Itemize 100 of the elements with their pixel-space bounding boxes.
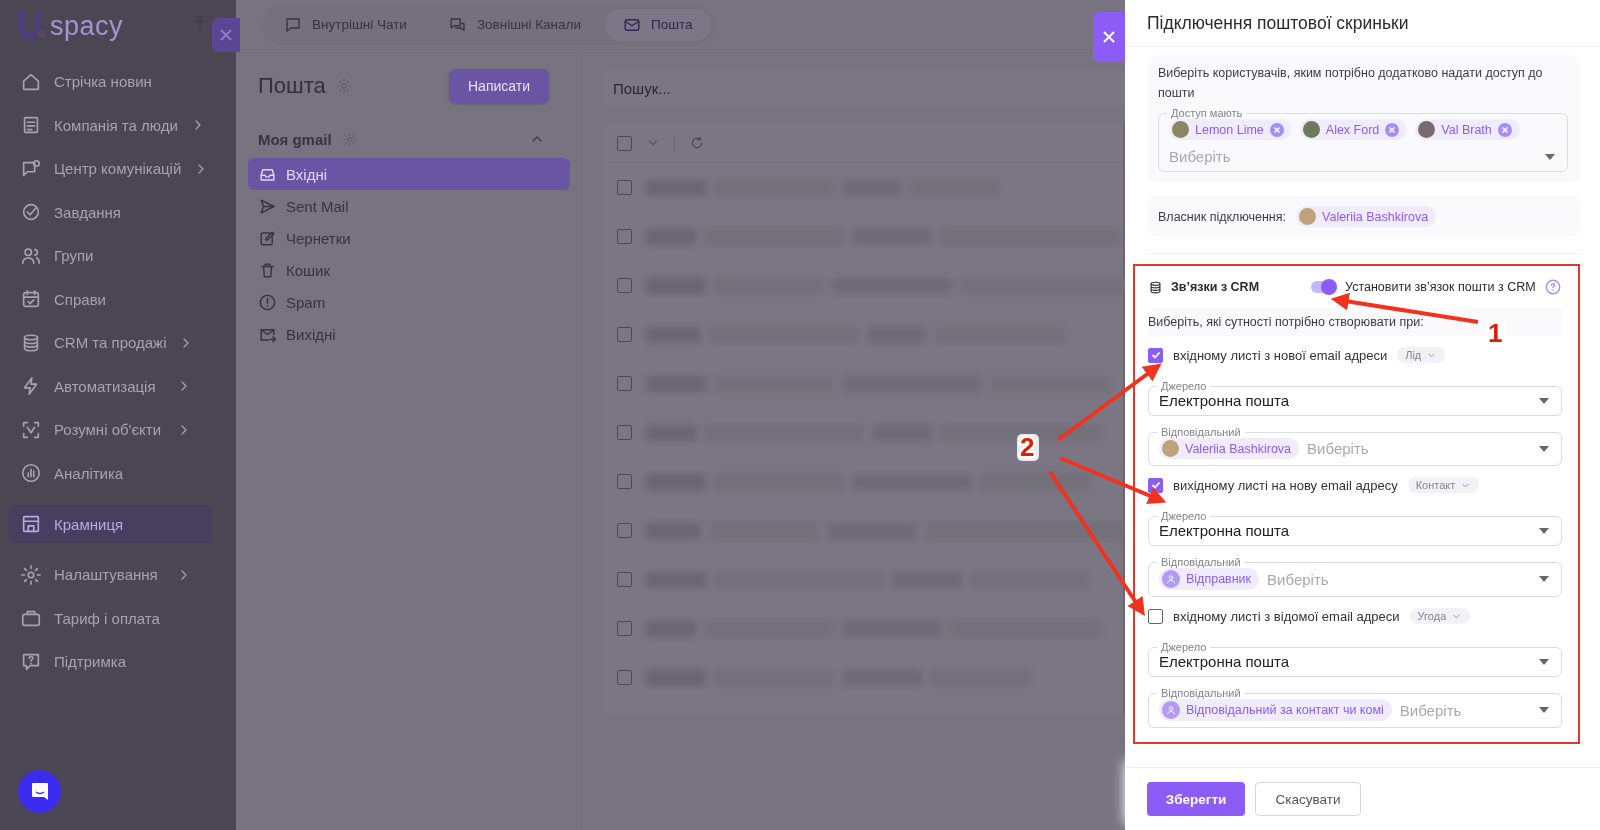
- avatar: [1418, 121, 1436, 138]
- checkmark-icon: [1150, 350, 1161, 360]
- entity-dropdown[interactable]: Лід: [1397, 347, 1446, 363]
- toggle-switch[interactable]: [1311, 281, 1338, 293]
- responsible-chip-name: Valeriia Bashkirova: [1185, 441, 1292, 456]
- sidebar-item[interactable]: Справи: [0, 277, 236, 321]
- save-button[interactable]: Зберегти: [1147, 782, 1245, 816]
- folder-item[interactable]: Вхідні: [248, 158, 570, 190]
- user-chip-name: Lemon Lime: [1195, 122, 1264, 137]
- sidebar-item[interactable]: Налаштування: [0, 553, 236, 597]
- close-button[interactable]: [1093, 12, 1125, 62]
- responsible-select[interactable]: Відповідальний Відправник Виберіть: [1148, 556, 1562, 597]
- rule-checkbox[interactable]: [1148, 477, 1163, 493]
- field-label: Відповідальний: [1160, 556, 1242, 568]
- dropdown-arrow-icon[interactable]: [1545, 153, 1555, 160]
- account-header[interactable]: Моя gmail: [248, 124, 569, 154]
- responsible-select[interactable]: Відповідальний Відповідальний за контакт чи комі Виберіть: [1148, 687, 1562, 728]
- field-label: Джерело: [1160, 510, 1208, 522]
- sidebar-item[interactable]: Центр комунікацій: [0, 147, 236, 191]
- tab[interactable]: Внутрішні Чати: [266, 8, 425, 41]
- select-value: Електронна пошта: [1159, 522, 1289, 539]
- remove-icon[interactable]: [1269, 122, 1284, 137]
- sidebar-item[interactable]: Завдання: [0, 190, 236, 234]
- cancel-button[interactable]: Скасувати: [1255, 782, 1361, 816]
- settings-icon: [20, 563, 42, 586]
- row-checkbox[interactable]: [617, 180, 632, 195]
- sidebar-item[interactable]: Тариф і оплата: [0, 596, 236, 640]
- row-checkbox[interactable]: [617, 572, 632, 587]
- placeholder-text: Виберіть: [1399, 701, 1462, 719]
- responsible-chip-name: Відповідальний за контакт чи комі: [1186, 703, 1384, 717]
- sidebar-item[interactable]: Аналітика: [0, 451, 236, 495]
- row-checkbox[interactable]: [617, 474, 632, 489]
- responsible-chip-name: Відправник: [1186, 572, 1252, 586]
- tab[interactable]: Пошта: [604, 8, 711, 41]
- entity-dropdown[interactable]: Контакт: [1407, 477, 1480, 493]
- row-checkbox[interactable]: [617, 621, 632, 636]
- folder-item[interactable]: Sent Mail: [248, 190, 570, 222]
- remove-icon[interactable]: [1497, 122, 1512, 137]
- dropdown-arrow-icon[interactable]: [1539, 658, 1549, 665]
- panel-title: Пошта: [258, 73, 326, 99]
- store-icon: [20, 513, 42, 535]
- chat-launcher-button[interactable]: [18, 770, 61, 813]
- folder-item[interactable]: Spam: [248, 286, 570, 318]
- rule-checkbox[interactable]: [1148, 608, 1163, 624]
- dropdown-arrow-icon[interactable]: [1539, 527, 1549, 534]
- row-checkbox[interactable]: [617, 327, 632, 342]
- row-checkbox[interactable]: [617, 670, 632, 685]
- chat-bubble-icon: [30, 781, 49, 802]
- row-checkbox[interactable]: [617, 376, 632, 391]
- source-select[interactable]: Джерело Електронна пошта: [1148, 510, 1562, 546]
- bar-chart-icon: [20, 462, 42, 485]
- row-checkbox[interactable]: [617, 229, 632, 244]
- placeholder-text: Виберіть: [1307, 440, 1369, 457]
- dropdown-arrow-icon[interactable]: [1539, 445, 1549, 452]
- checkmark-icon: [1150, 480, 1161, 490]
- row-checkbox[interactable]: [617, 523, 632, 538]
- sidebar-item[interactable]: CRM та продажі: [0, 321, 236, 365]
- dropdown-arrow-icon[interactable]: [1539, 576, 1549, 582]
- folder-item[interactable]: Вихідні: [248, 318, 570, 350]
- folder-item[interactable]: Кошик: [248, 254, 570, 286]
- rule-label: вхідному листі з нової email адреси: [1173, 347, 1388, 363]
- remove-icon[interactable]: [1385, 122, 1400, 137]
- search-field[interactable]: Пошук...: [603, 70, 1125, 106]
- row-checkbox[interactable]: [617, 425, 632, 440]
- close-button[interactable]: [212, 18, 240, 52]
- access-select[interactable]: Доступ мають Lemon Lime Alex Ford Val Brath Виберіть: [1158, 107, 1568, 172]
- edit-icon: [258, 228, 277, 248]
- sidebar-item[interactable]: Розумні об'єкти: [0, 408, 236, 452]
- row-checkbox[interactable]: [617, 278, 632, 293]
- avatar: [1162, 440, 1179, 457]
- rule-checkbox[interactable]: [1148, 347, 1163, 363]
- responsible-select[interactable]: Відповідальний Valeriia Bashkirova Виберіть: [1148, 426, 1562, 466]
- stack-icon: [1148, 279, 1163, 295]
- tab[interactable]: Зовнішні Канали: [430, 8, 599, 41]
- folder-item[interactable]: Чернетки: [248, 222, 570, 254]
- user-icon: [1165, 704, 1177, 716]
- alert-circle-icon: [258, 292, 277, 312]
- dropdown-arrow-icon[interactable]: [1539, 707, 1549, 713]
- sidebar-item[interactable]: Стрічка новин: [0, 60, 236, 104]
- sidebar-item[interactable]: Крамниця: [8, 505, 212, 543]
- settings-icon: [341, 131, 357, 147]
- owner-name: Valeriia Bashkirova: [1322, 209, 1429, 224]
- select-all-checkbox[interactable]: [617, 135, 632, 151]
- compose-button[interactable]: Написати: [449, 69, 549, 103]
- source-select[interactable]: Джерело Електронна пошта: [1148, 380, 1562, 416]
- sidebar-item[interactable]: Групи: [0, 234, 236, 278]
- close-icon: [219, 28, 233, 42]
- callout-number: 2: [1017, 432, 1039, 462]
- sidebar-item[interactable]: Автоматизація: [0, 364, 236, 408]
- field-label: Доступ мають: [1170, 107, 1244, 119]
- trash-icon: [258, 260, 277, 280]
- sidebar-item[interactable]: Підтримка: [0, 640, 236, 684]
- refresh-icon: [689, 135, 705, 151]
- chat-bubble-icon: [284, 15, 302, 34]
- entity-dropdown[interactable]: Угода: [1409, 608, 1471, 624]
- user-icon: [1165, 573, 1177, 585]
- sidebar-item[interactable]: Компанія та люди: [0, 103, 236, 147]
- close-icon: [1102, 30, 1116, 44]
- source-select[interactable]: Джерело Електронна пошта: [1148, 641, 1562, 677]
- dropdown-arrow-icon[interactable]: [1539, 397, 1549, 404]
